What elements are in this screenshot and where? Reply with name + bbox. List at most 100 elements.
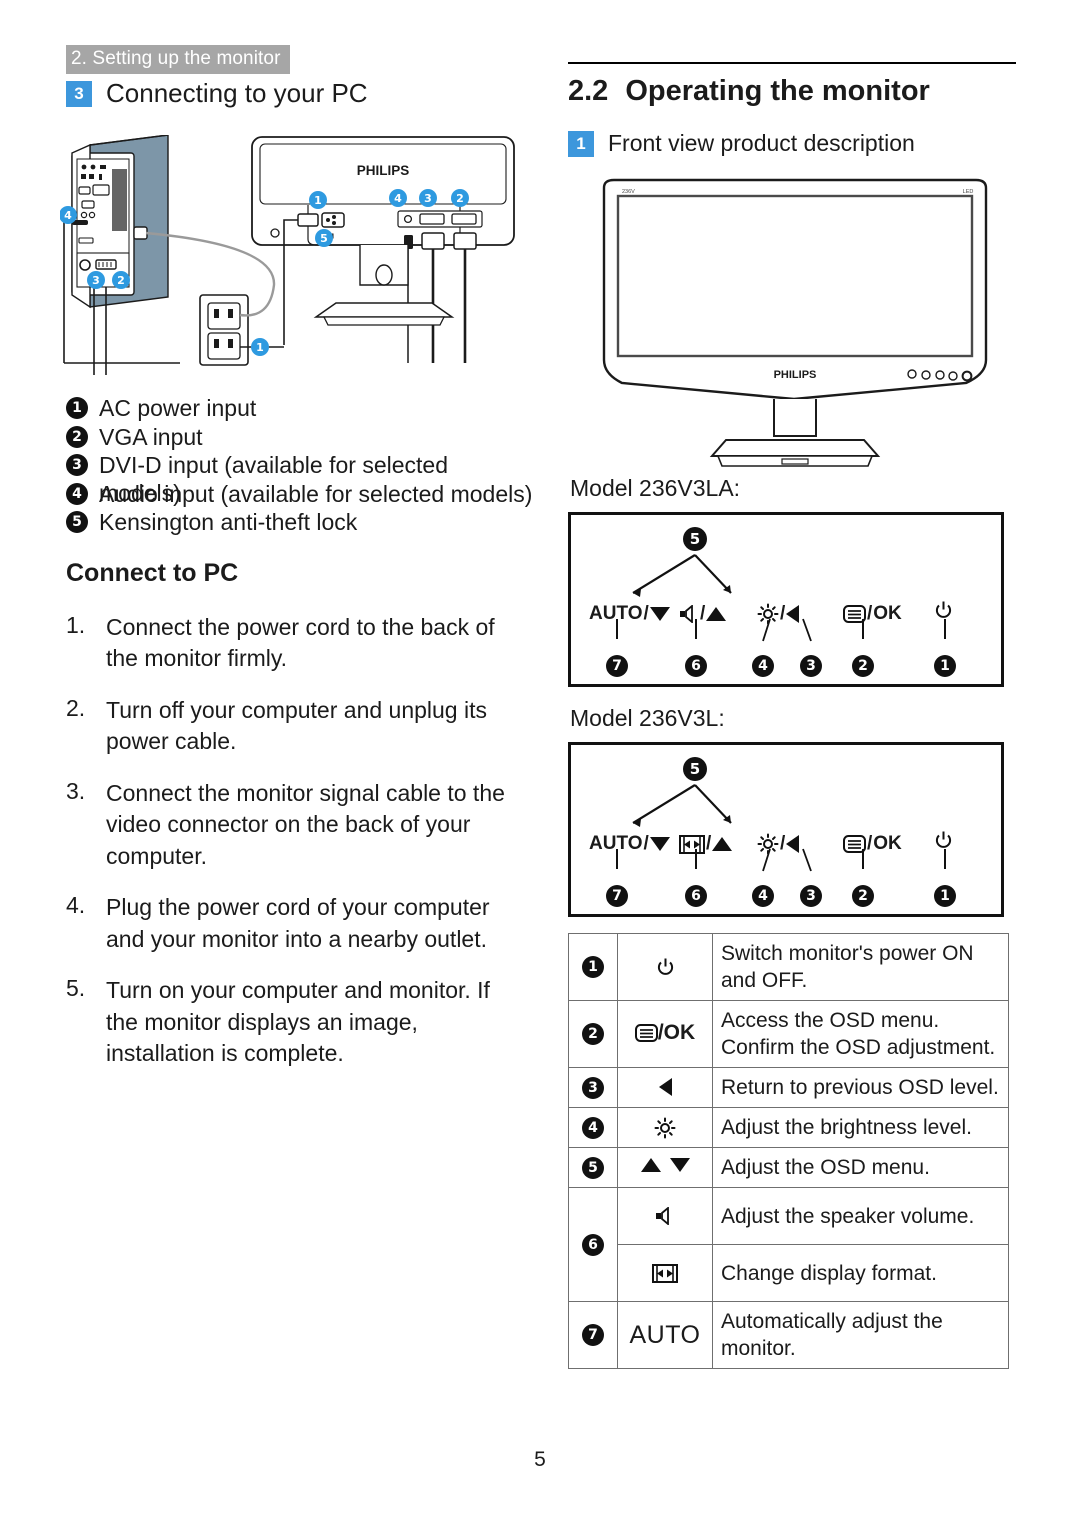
power-icon [935,831,952,850]
table-row: 5 Adjust the OSD menu. [568,1147,1009,1188]
button-power[interactable] [935,831,952,850]
svg-text:2: 2 [456,192,464,205]
section-title: Front view product description [608,130,915,156]
legend-label: Audio input (available for selected mode… [99,480,533,507]
callout-badge: 2 [582,1023,604,1045]
monitor-rear-illustration: PHILIPS [251,136,515,363]
svg-text:5: 5 [320,232,328,245]
up-arrow-icon [640,1158,661,1172]
button-power[interactable] [935,601,952,620]
brightness-icon [757,833,779,855]
svg-text:3: 3 [424,192,432,205]
callout-4: 4 [752,655,774,677]
row-description: Switch monitor's power ON and OFF. [712,933,1009,1001]
callout-2: 2 [852,655,874,677]
callout-4: 4 [752,885,774,907]
row-icon-cell [617,1107,713,1148]
step-text: Plug the power cord of your computer and… [106,894,490,952]
section-title: Connecting to your PC [106,78,368,108]
row-number-cell: 5 [568,1147,618,1188]
row-number-cell: 6 [568,1187,618,1302]
row-description: Automatically adjust the monitor. [712,1301,1009,1369]
callout-badge: 1 [66,397,88,419]
list-item: 2 VGA input [66,423,536,452]
step-number: 1. [66,611,86,638]
callout-1: 1 [934,885,956,907]
callout-7: 7 [606,655,628,677]
button-auto-down[interactable]: AUTO / [589,833,670,855]
callout-badge: 1 [582,956,604,978]
bezel-model-text: 236V [622,189,635,195]
control-labels-row: AUTO / / / / OK [571,601,1001,635]
button-display-format-up[interactable]: / [679,833,733,855]
slash: / [643,603,649,624]
step-text: Connect the power cord to the back of th… [106,613,495,672]
callout-badge: 2 [66,425,88,448]
button-brightness-left[interactable]: / [757,603,800,625]
button-volume-up[interactable]: / [679,603,727,625]
legend-label: Kensington anti-theft lock [99,509,358,535]
row-icon-cell [617,933,713,1001]
button-menu-ok[interactable]: / OK [843,833,902,855]
row-description: Adjust the OSD menu. [712,1147,1009,1188]
page-title: 2.2 Operating the monitor [568,75,1016,108]
slash: / [780,603,786,624]
connect-to-pc-heading: Connect to PC [66,558,239,587]
speaker-icon [679,604,699,624]
button-menu-ok[interactable]: / OK [843,603,902,625]
model-label-236v3la: Model 236V3LA: [570,475,741,501]
list-item: 3 DVI-D input (available for selected mo… [66,451,536,506]
button-auto-down[interactable]: AUTO / [589,603,670,625]
step-number: 5. [66,975,86,1001]
callout-6: 6 [685,655,707,677]
display-format-icon [652,1263,678,1283]
list-item: 4 Audio input (available for selected mo… [66,480,536,509]
pc-tower-illustration [63,134,169,363]
table-row: 1 Switch monitor's power ON and OFF. [568,933,1009,1001]
slash: / [706,833,712,854]
manual-page: 2. Setting up the monitor 3 Connecting t… [0,0,1080,1532]
button-brightness-left[interactable]: / [757,833,800,855]
row-description: Change display format. [712,1244,1009,1302]
left-arrow-icon [786,605,800,623]
row-description: Adjust the speaker volume. [712,1187,1009,1245]
down-arrow-icon [649,607,670,621]
callout-1: 1 [934,655,956,677]
slash: / [643,833,649,854]
slash: / [867,833,873,854]
slash: / [780,833,786,854]
list-item: 5. Turn on your computer and monitor. If… [66,975,536,1070]
section-heading-front-view: 1 Front view product description [568,130,1016,157]
ok-label: OK [873,833,902,854]
connect-steps-list: 1. Connect the power cord to the back of… [66,612,536,1070]
callout-3: 3 [800,655,822,677]
callout-badge: 7 [582,1324,604,1346]
table-row: 3 Return to previous OSD level. [568,1067,1009,1108]
list-item: 5 Kensington anti-theft lock [66,508,536,537]
legend-label: AC power input [99,395,257,421]
step-text: Connect the monitor signal cable to the … [106,779,505,869]
svg-text:1: 1 [256,341,264,354]
brightness-icon [654,1117,676,1139]
row-icon-cell: /OK [617,1000,713,1068]
auto-label: AUTO [589,603,643,624]
svg-text:2: 2 [117,274,125,287]
ok-label: /OK [657,1021,696,1044]
table-row: Change display format. [569,1244,1009,1302]
down-arrow-icon [669,1158,690,1172]
list-item: 3. Connect the monitor signal cable to t… [66,778,536,873]
row-icon-cell [617,1147,713,1188]
brand-logo: PHILIPS [774,369,817,381]
slash: / [867,603,873,624]
control-labels-row: AUTO / / / / OK [571,831,1001,865]
row-icon-cell: AUTO [617,1301,713,1369]
step-text: Turn off your computer and unplug its po… [106,696,487,755]
callout-badge: 6 [582,1233,604,1256]
row-description: Adjust the brightness level. [712,1107,1009,1148]
row-icon-cell [617,1067,713,1108]
power-icon [657,958,674,977]
callout-6: 6 [685,885,707,907]
step-text: Turn on your computer and monitor. If th… [106,977,490,1066]
table-row: 7 AUTO Automatically adjust the monitor. [568,1301,1009,1369]
down-arrow-icon [649,837,670,851]
